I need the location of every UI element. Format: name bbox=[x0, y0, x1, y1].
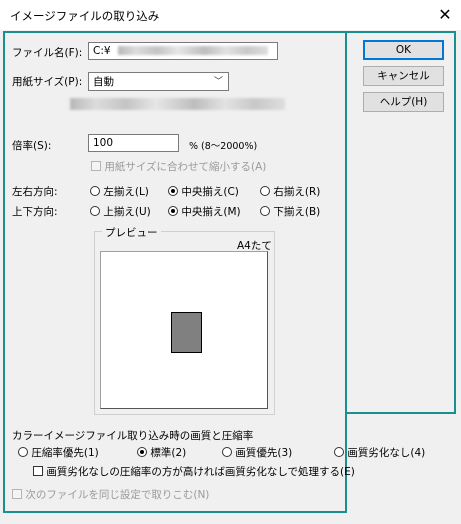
preview-image-rect bbox=[171, 312, 202, 353]
file-name-label: ファイル名(F): bbox=[12, 47, 83, 59]
fit-to-paper-label: 用紙サイズに合わせて縮小する(A) bbox=[104, 161, 267, 173]
close-icon[interactable]: ✕ bbox=[434, 4, 456, 26]
radio-icon bbox=[260, 206, 270, 216]
scale-input[interactable]: 100 bbox=[88, 134, 179, 152]
radio-icon bbox=[18, 447, 28, 457]
radio-label: 上揃え(U) bbox=[103, 206, 151, 218]
preview-label: プレビュー bbox=[102, 225, 161, 240]
radio-icon bbox=[334, 447, 344, 457]
paper-size-label: 用紙サイズ(P): bbox=[12, 76, 83, 88]
checkbox-box bbox=[33, 466, 43, 476]
paper-size-select[interactable]: 自動 ﹀ bbox=[88, 72, 229, 91]
window-title: イメージファイルの取り込み bbox=[10, 9, 160, 23]
radio-label: 左揃え(L) bbox=[103, 186, 149, 198]
scale-label: 倍率(S): bbox=[12, 140, 52, 152]
checkbox-label: 次のファイルを同じ設定で取りこむ(N) bbox=[25, 489, 210, 501]
radio-icon-selected bbox=[137, 447, 147, 457]
radio-icon bbox=[260, 186, 270, 196]
chevron-down-icon: ﹀ bbox=[213, 77, 223, 87]
radio-icon bbox=[222, 447, 232, 457]
lossless-if-smaller-checkbox[interactable]: 画質劣化なしの圧縮率の方が高ければ画質劣化なしで処理する(E) bbox=[33, 464, 355, 479]
same-settings-checkbox[interactable]: 次のファイルを同じ設定で取りこむ(N) bbox=[12, 487, 209, 502]
radio-right-align[interactable]: 右揃え(R) bbox=[260, 184, 320, 199]
radio-icon bbox=[90, 206, 100, 216]
paper-info-redacted bbox=[70, 98, 285, 110]
fit-to-paper-box bbox=[91, 161, 101, 171]
cancel-button[interactable]: キャンセル bbox=[363, 66, 444, 86]
radio-icon-selected bbox=[168, 186, 178, 196]
checkbox-label: 画質劣化なしの圧縮率の方が高ければ画質劣化なしで処理する(E) bbox=[46, 466, 355, 478]
radio-middle-align[interactable]: 中央揃え(M) bbox=[168, 204, 241, 219]
vertical-label: 上下方向: bbox=[12, 206, 58, 218]
radio-icon-selected bbox=[168, 206, 178, 216]
paper-size-value: 自動 bbox=[93, 76, 114, 88]
file-name-field[interactable]: C:¥ bbox=[88, 42, 278, 60]
radio-lossless[interactable]: 画質劣化なし(4) bbox=[334, 445, 425, 460]
radio-label: 下揃え(B) bbox=[273, 206, 321, 218]
radio-left-align[interactable]: 左揃え(L) bbox=[90, 184, 149, 199]
radio-label: 右揃え(R) bbox=[273, 186, 321, 198]
radio-bottom-align[interactable]: 下揃え(B) bbox=[260, 204, 320, 219]
radio-label: 画質優先(3) bbox=[235, 447, 293, 459]
ok-button[interactable]: OK bbox=[363, 40, 444, 60]
radio-label: 中央揃え(M) bbox=[181, 206, 241, 218]
radio-label: 圧縮率優先(1) bbox=[31, 447, 99, 459]
radio-center-align[interactable]: 中央揃え(C) bbox=[168, 184, 239, 199]
file-name-value: C:¥ bbox=[93, 45, 111, 57]
radio-icon bbox=[90, 186, 100, 196]
radio-label: 標準(2) bbox=[150, 447, 187, 459]
quality-heading: カラーイメージファイル取り込み時の画質と圧縮率 bbox=[12, 430, 254, 442]
scale-unit: % (8〜2000%) bbox=[189, 141, 258, 152]
highlight-frame-right bbox=[345, 31, 456, 414]
checkbox-box bbox=[12, 489, 22, 499]
fit-to-paper-checkbox[interactable]: 用紙サイズに合わせて縮小する(A) bbox=[91, 159, 266, 174]
radio-label: 中央揃え(C) bbox=[181, 186, 239, 198]
radio-label: 画質劣化なし(4) bbox=[347, 447, 426, 459]
horizontal-label: 左右方向: bbox=[12, 186, 58, 198]
radio-quality-priority[interactable]: 画質優先(3) bbox=[222, 445, 292, 460]
help-button[interactable]: ヘルプ(H) bbox=[363, 92, 444, 112]
file-path-redacted bbox=[117, 46, 268, 55]
radio-top-align[interactable]: 上揃え(U) bbox=[90, 204, 151, 219]
radio-standard[interactable]: 標準(2) bbox=[137, 445, 186, 460]
radio-compression-priority[interactable]: 圧縮率優先(1) bbox=[18, 445, 99, 460]
